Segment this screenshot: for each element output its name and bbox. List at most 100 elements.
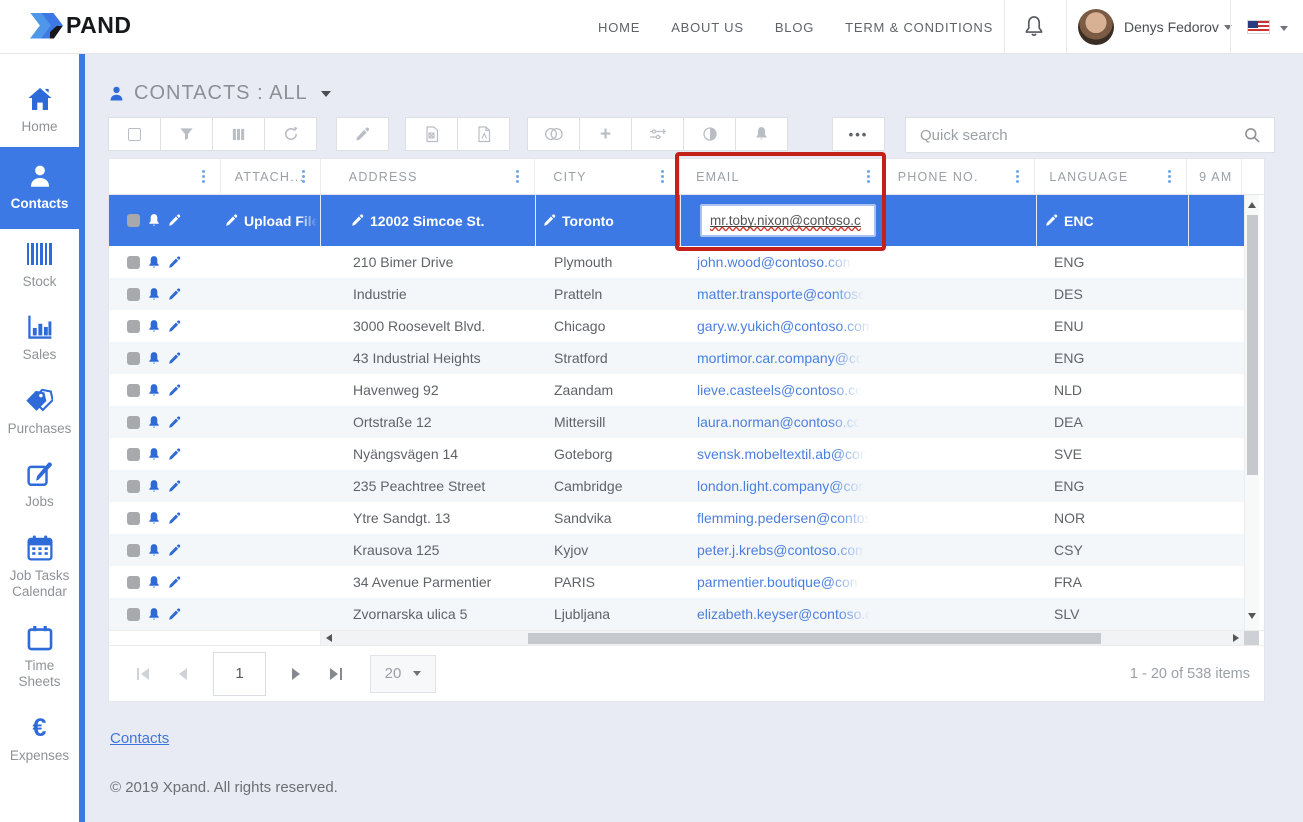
toggle-view-button[interactable] [527, 117, 580, 151]
sidebar-item-stock[interactable]: Stock [0, 229, 79, 302]
city-cell[interactable]: Toronto [536, 195, 681, 246]
contrast-button[interactable] [683, 117, 736, 151]
bell-icon[interactable] [147, 213, 161, 228]
email-link[interactable]: london.light.company@con [697, 478, 866, 494]
add-filter-settings-button[interactable] [631, 117, 684, 151]
row-checkbox[interactable] [127, 576, 140, 589]
sidebar-item-time-sheets[interactable]: Time Sheets [0, 613, 79, 703]
column-menu-icon[interactable] [302, 175, 305, 178]
row-checkbox[interactable] [127, 256, 140, 269]
scroll-right-icon[interactable] [1233, 634, 1239, 642]
column-menu-icon[interactable] [867, 175, 870, 178]
filter-button[interactable] [160, 117, 213, 151]
view-switch-caret-icon[interactable] [321, 91, 331, 97]
pencil-icon[interactable] [168, 256, 181, 269]
scroll-up-icon[interactable] [1248, 202, 1256, 208]
row-checkbox[interactable] [127, 288, 140, 301]
nav-link-home[interactable]: HOME [598, 20, 640, 35]
nav-link-terms[interactable]: TERM & CONDITIONS [845, 20, 993, 35]
pencil-icon[interactable] [168, 480, 181, 493]
nav-link-about-us[interactable]: ABOUT US [671, 20, 744, 35]
previous-page-button[interactable] [163, 654, 203, 694]
bell-icon[interactable] [147, 351, 161, 366]
scroll-down-icon[interactable] [1248, 613, 1256, 619]
xpand-logo[interactable]: PAND [30, 12, 131, 39]
search-input[interactable] [906, 127, 1244, 144]
email-link[interactable]: gary.w.yukich@contoso.com [697, 318, 874, 334]
row-checkbox[interactable] [127, 448, 140, 461]
sidebar-item-home[interactable]: Home [0, 74, 79, 147]
pencil-icon[interactable] [168, 320, 181, 333]
email-link[interactable]: matter.transporte@contoso [697, 286, 866, 302]
email-link[interactable]: elizabeth.keyser@contoso.c [697, 606, 872, 622]
email-link[interactable]: svensk.mobeltextil.ab@con [697, 446, 868, 462]
email-link[interactable]: flemming.pedersen@contos [697, 510, 872, 526]
bell-icon[interactable] [147, 479, 161, 494]
pencil-icon[interactable] [168, 512, 181, 525]
horizontal-scrollbar[interactable] [321, 631, 1244, 645]
column-menu-icon[interactable] [1016, 175, 1019, 178]
column-menu-icon[interactable] [516, 175, 519, 178]
bell-icon[interactable] [147, 383, 161, 398]
columns-button[interactable] [212, 117, 265, 151]
row-checkbox[interactable] [127, 480, 140, 493]
vertical-scrollbar-thumb[interactable] [1247, 215, 1258, 475]
nav-link-blog[interactable]: BLOG [775, 20, 814, 35]
horizontal-scrollbar-thumb[interactable] [528, 633, 1101, 644]
alerts-button[interactable] [735, 117, 788, 151]
pencil-icon[interactable] [168, 448, 181, 461]
language-caret-icon[interactable] [1280, 26, 1288, 31]
header-9am[interactable]: 9 AM [1187, 159, 1242, 194]
header-address[interactable]: ADDRESS [321, 159, 536, 194]
row-checkbox[interactable] [127, 416, 140, 429]
language-flag-icon[interactable] [1247, 20, 1270, 34]
language-cell[interactable]: ENC [1037, 195, 1189, 246]
pencil-icon[interactable] [168, 544, 181, 557]
refresh-button[interactable] [264, 117, 317, 151]
bell-icon[interactable] [147, 255, 161, 270]
pencil-icon[interactable] [168, 416, 181, 429]
address-cell[interactable]: 12002 Simcoe St. [321, 195, 536, 246]
email-link[interactable]: john.wood@contoso.com [697, 254, 854, 270]
row-checkbox[interactable] [127, 320, 140, 333]
last-page-button[interactable] [316, 654, 356, 694]
upload-file-cell[interactable]: Upload File [221, 195, 321, 246]
sidebar-item-jobs[interactable]: Jobs [0, 449, 79, 522]
sidebar-item-expenses[interactable]: € Expenses [0, 703, 79, 776]
column-menu-icon[interactable] [661, 175, 664, 178]
first-page-button[interactable] [123, 654, 163, 694]
scroll-left-icon[interactable] [326, 634, 332, 642]
email-link[interactable]: peter.j.krebs@contoso.com [697, 542, 867, 558]
export-excel-button[interactable] [405, 117, 458, 151]
user-name[interactable]: Denys Fedorov [1124, 19, 1219, 35]
sidebar-item-job-tasks-calendar[interactable]: Job Tasks Calendar [0, 523, 79, 613]
bell-icon[interactable] [147, 607, 161, 622]
sidebar-item-purchases[interactable]: Purchases [0, 376, 79, 449]
current-page-button[interactable]: 1 [213, 652, 266, 696]
footer-contacts-link[interactable]: Contacts [110, 730, 169, 747]
bell-icon[interactable] [147, 447, 161, 462]
email-input[interactable]: mr.toby.nixon@contoso.c [700, 204, 876, 237]
header-city[interactable]: CITY [535, 159, 680, 194]
bell-icon[interactable] [147, 511, 161, 526]
header-phone[interactable]: PHONE NO. [886, 159, 1036, 194]
vertical-scrollbar[interactable] [1244, 195, 1259, 630]
pencil-icon[interactable] [168, 576, 181, 589]
edit-button[interactable] [336, 117, 389, 151]
pencil-icon[interactable] [168, 384, 181, 397]
pencil-icon[interactable] [168, 288, 181, 301]
row-checkbox[interactable] [127, 544, 140, 557]
more-options-button[interactable]: ••• [832, 117, 885, 151]
email-link[interactable]: laura.norman@contoso.co [697, 414, 861, 430]
row-checkbox[interactable] [127, 214, 140, 227]
pencil-icon[interactable] [168, 214, 181, 227]
row-checkbox[interactable] [127, 512, 140, 525]
header-attachments[interactable]: ATTACH... [221, 159, 321, 194]
header-language[interactable]: LANGUAGE [1035, 159, 1187, 194]
page-size-select[interactable]: 20 [370, 655, 436, 693]
bell-icon[interactable] [147, 575, 161, 590]
bell-icon[interactable] [147, 543, 161, 558]
row-checkbox[interactable] [127, 352, 140, 365]
pencil-icon[interactable] [168, 352, 181, 365]
bell-icon[interactable] [147, 287, 161, 302]
